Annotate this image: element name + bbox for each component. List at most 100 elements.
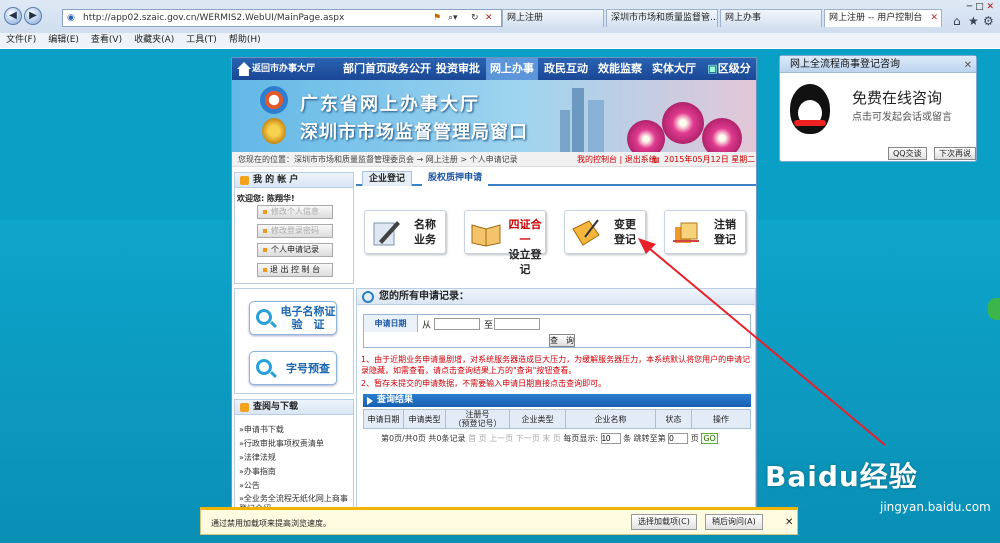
back-icon[interactable]: ◀ <box>4 7 22 25</box>
magnifier-icon <box>256 359 272 375</box>
nav-interaction[interactable]: 政民互动 <box>540 58 592 80</box>
col-reg-no: 注册号 （预登记号） <box>445 409 510 429</box>
exit-console-button[interactable]: 退 出 控 制 台 <box>257 263 333 277</box>
quick-panel: 电子名称证 验 证 字号预查 <box>234 288 354 394</box>
link-guide[interactable]: »办事指南 <box>239 466 276 477</box>
tab-label: 网上办事 <box>725 13 762 23</box>
breadcrumb: 您现在的位置：深圳市市场和质量监督管理委员会 → 网上注册 > 个人申请记录 我… <box>232 152 756 167</box>
minimize-icon[interactable]: ─ <box>967 2 972 12</box>
tab-label: 网上注册 -- 用户控制台 <box>829 13 923 23</box>
nav-efficiency[interactable]: 效能监察 <box>594 58 646 80</box>
account-panel: 我 的 帐 户 欢迎您: 陈翔华! 修改个人信息 修改登录密码 个人申请记录 退… <box>234 172 354 284</box>
tab-2[interactable]: 深圳市市场和质量监督管... <box>606 9 718 27</box>
browser-chrome: ◀ ▶ ◉ http://app02.szaic.gov.cn/WERMIS2.… <box>0 0 1000 48</box>
nav-gov-affairs[interactable]: 政务公开 <box>384 58 434 80</box>
menu-file[interactable]: 文件(F) <box>0 33 42 48</box>
account-icon <box>240 176 249 185</box>
date-to-input[interactable] <box>494 318 540 330</box>
ask-later-button[interactable]: 稍后询问(A) <box>705 514 763 530</box>
close-icon[interactable]: ✕ <box>785 517 793 528</box>
tab-label: 网上注册 <box>507 13 544 23</box>
four-in-one-button[interactable]: 四证合一 设立登记 <box>464 210 546 276</box>
gear-icon[interactable]: ⚙ <box>983 14 994 28</box>
building-icon <box>588 100 604 152</box>
tab-equity-pledge[interactable]: 股权质押申请 <box>422 171 489 186</box>
address-bar[interactable]: ◉ http://app02.szaic.gov.cn/WERMIS2.WebU… <box>62 9 502 27</box>
flower-icon <box>627 120 665 152</box>
e-name-verify-button[interactable]: 电子名称证 验 证 <box>249 301 337 335</box>
calendar-icon: ▤ <box>652 155 660 164</box>
menu-help[interactable]: 帮助(H) <box>223 33 267 48</box>
close-icon[interactable]: ✕ <box>964 57 972 74</box>
account-title: 我 的 帐 户 <box>253 175 299 185</box>
date-text: 2015年05月12日 星期二 <box>664 155 756 164</box>
building-icon <box>560 110 570 152</box>
link-power-list[interactable]: »行政审批事项权责清单 <box>239 438 324 449</box>
console-links[interactable]: 我的控制台 | 退出系统 <box>577 152 657 167</box>
compat-icon[interactable]: ⚑ <box>433 10 441 26</box>
house-icon <box>237 62 251 76</box>
annotation-arrow <box>638 238 886 446</box>
menu-tools[interactable]: 工具(T) <box>180 33 223 48</box>
side-widget-icon[interactable] <box>988 298 1000 320</box>
stop-icon[interactable]: ✕ <box>485 10 493 26</box>
page-size-input[interactable] <box>600 433 621 444</box>
favorites-icon[interactable]: ★ <box>968 14 979 28</box>
tab-3[interactable]: 网上办事 <box>720 9 822 27</box>
qq-penguin-icon <box>790 84 830 134</box>
page-icon: ◉ <box>67 13 75 23</box>
flower-icon <box>662 102 704 144</box>
choose-addons-button[interactable]: 选择加载项(C) <box>631 514 697 530</box>
search-icon[interactable]: ⌕▾ <box>448 10 458 26</box>
service-line2: 业务 <box>414 233 436 246</box>
window-controls: ─ □ ✕ <box>967 2 994 12</box>
home-icon[interactable]: ⌂ <box>953 14 961 28</box>
menu-favorites[interactable]: 收藏夹(A) <box>128 33 180 48</box>
personal-records-button[interactable]: 个人申请记录 <box>257 243 333 257</box>
menu-view[interactable]: 查看(V) <box>85 33 128 48</box>
home-link[interactable]: 返回市办事大厅 <box>234 60 319 78</box>
qq-line1[interactable]: 免费在线咨询 <box>852 87 942 108</box>
open-book-icon <box>471 224 501 247</box>
search-records-icon <box>362 291 374 303</box>
edit-profile-button[interactable]: 修改个人信息 <box>257 205 333 219</box>
nav-dept-home[interactable]: 部门首页 <box>342 58 388 80</box>
service-line1: 名称 <box>414 218 436 231</box>
link-application-form[interactable]: »申请书下载 <box>239 424 284 435</box>
nav-district-hall[interactable]: ▣区级分厅 <box>702 58 756 97</box>
qq-line2: 点击可发起会话或留言 <box>852 112 952 123</box>
nav-physical-hall[interactable]: 实体大厅 <box>648 58 700 80</box>
tab-enterprise-registration[interactable]: 企业登记 <box>362 171 413 186</box>
menu-edit[interactable]: 编辑(E) <box>42 33 85 48</box>
link-notice[interactable]: »公告 <box>239 480 260 491</box>
qq-chat-button[interactable]: QQ交谈 <box>888 147 927 160</box>
service-label: 名称 业务 <box>405 217 445 247</box>
nav-investment[interactable]: 投资审批 <box>432 58 484 80</box>
close-window-icon[interactable]: ✕ <box>986 2 994 12</box>
button-label: 字号预查 <box>286 362 330 375</box>
date-from-input[interactable] <box>434 318 480 330</box>
name-precheck-button[interactable]: 字号预查 <box>249 351 337 385</box>
guangdong-logo-icon <box>260 86 288 114</box>
refresh-icon[interactable]: ↻ <box>471 10 479 26</box>
change-password-button[interactable]: 修改登录密码 <box>257 224 333 238</box>
tab-1[interactable]: 网上注册 <box>502 9 604 27</box>
link-text: 公告 <box>243 481 260 490</box>
service-label: 四证合一 设立登记 <box>505 217 545 277</box>
maximize-icon[interactable]: □ <box>975 2 984 12</box>
qq-later-button[interactable]: 下次再说 <box>934 147 976 160</box>
col-date: 申请日期 <box>363 409 404 429</box>
nav-online-service[interactable]: 网上办事 <box>486 58 538 80</box>
query-button[interactable]: 查 询 <box>549 334 575 347</box>
qq-popup: 网上全流程商事登记咨询 ✕ 免费在线咨询 点击可发起会话或留言 QQ交谈 下次再说 <box>779 55 977 162</box>
pager-nav[interactable]: 首 页 上一页 下一页 末 页 <box>468 434 561 443</box>
link-laws[interactable]: »法律法规 <box>239 452 276 463</box>
page-size-label: 每页显示: <box>563 434 599 443</box>
close-tab-icon[interactable]: ✕ <box>930 10 938 27</box>
forward-icon[interactable]: ▶ <box>24 7 42 25</box>
from-label: 从 <box>422 321 432 331</box>
welcome-text: 欢迎您: 陈翔华! <box>237 194 295 203</box>
name-business-button[interactable]: 名称 业务 <box>364 210 446 254</box>
tab-label: 深圳市市场和质量监督管... <box>611 13 718 23</box>
tab-4[interactable]: 网上注册 -- 用户控制台 ✕ <box>824 9 942 27</box>
